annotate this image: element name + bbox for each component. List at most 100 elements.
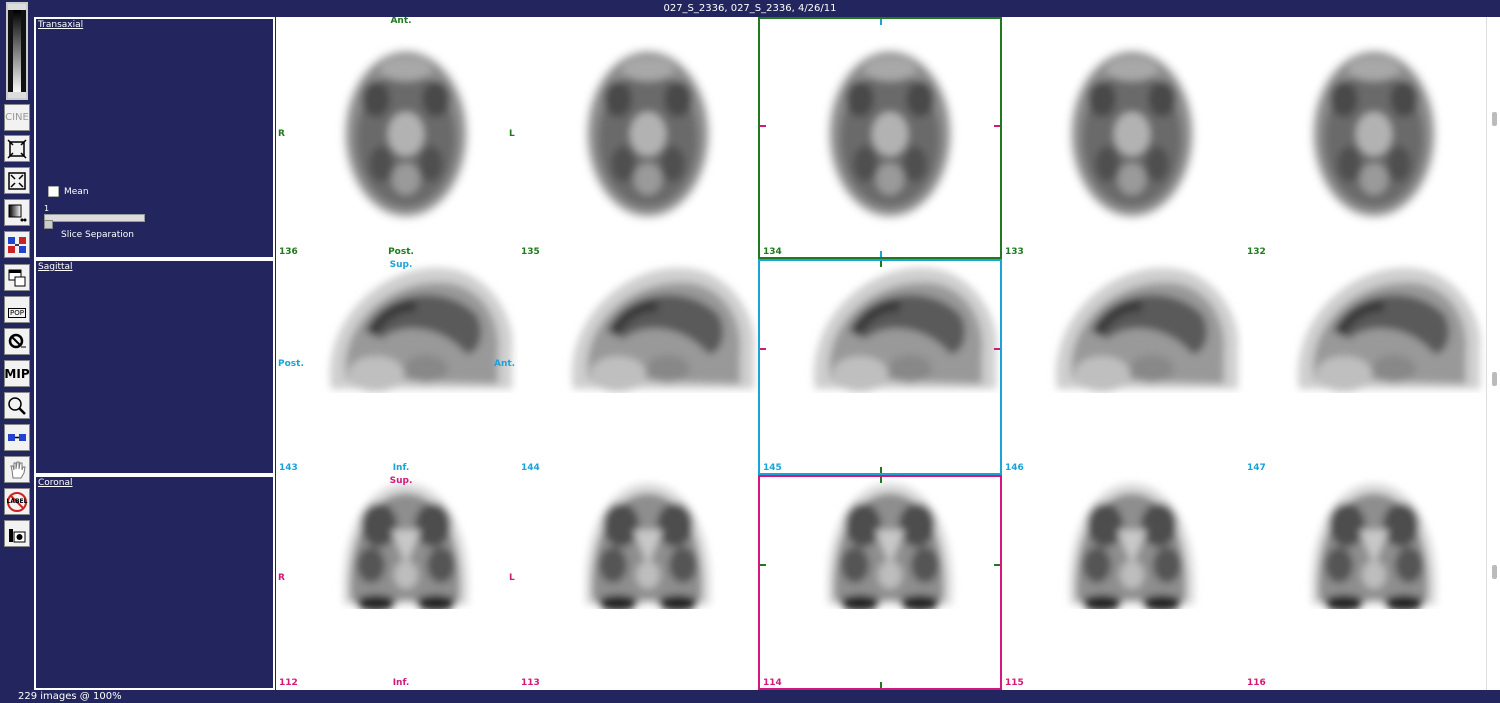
transaxial-brain-image xyxy=(342,48,470,220)
layout-button[interactable] xyxy=(4,264,30,291)
transaxial-slice-number: 133 xyxy=(1005,247,1024,257)
sagittal-slice-tile[interactable]: 144 xyxy=(518,259,760,475)
transaxial-crosshair-tick-left xyxy=(760,125,766,127)
sagittal-selection-box xyxy=(758,259,1002,475)
transaxial-slice-number: 135 xyxy=(521,247,540,257)
coronal-slice-number: 116 xyxy=(1247,678,1266,688)
transaxial-slice-number: 136 xyxy=(279,247,298,257)
transaxial-orientation-top: Ant. xyxy=(390,17,412,26)
window-level-button[interactable] xyxy=(4,199,30,226)
scroll-thumb-transaxial[interactable] xyxy=(1492,112,1497,126)
mean-option[interactable]: Mean xyxy=(48,186,89,197)
slider-top-handle[interactable] xyxy=(8,4,26,10)
zoom-fit-button[interactable] xyxy=(4,167,30,194)
coronal-orientation-bottom: Inf. xyxy=(392,678,410,688)
transaxial-slice-tile[interactable]: 133 xyxy=(1002,17,1244,259)
transaxial-brain-image xyxy=(1310,48,1438,220)
color-map-icon xyxy=(8,236,26,253)
transaxial-slice-tile[interactable]: 136 Ant. Post. R L xyxy=(276,17,518,259)
mip-button[interactable]: MIP xyxy=(4,360,30,387)
grayscale-bar xyxy=(13,10,21,94)
camera-icon xyxy=(9,528,26,542)
coronal-slice-number: 112 xyxy=(279,678,298,688)
label-tool-text: LABEL xyxy=(6,498,28,505)
slice-separation-value: 1 xyxy=(44,204,50,213)
transaxial-orientation-left: R xyxy=(278,129,285,139)
sagittal-slice-number: 143 xyxy=(279,463,298,473)
fit-window-button[interactable] xyxy=(4,135,30,162)
transaxial-selection-box xyxy=(758,17,1002,259)
sagittal-crosshair-tick-right xyxy=(994,348,1000,350)
label-toggle-button[interactable]: LABEL xyxy=(4,488,30,515)
sagittal-crosshair-tick-top xyxy=(880,261,882,267)
sagittal-slice-tile[interactable]: 143 Sup. Inf. Post. Ant. xyxy=(276,259,518,475)
coronal-slice-tile[interactable]: 115 xyxy=(1002,475,1244,690)
cine-button[interactable]: CINE xyxy=(4,104,30,131)
pop-button[interactable]: POP xyxy=(4,296,30,323)
coronal-crosshair-tick-right xyxy=(994,564,1000,566)
coronal-panel-title[interactable]: Coronal xyxy=(38,478,73,488)
window-title: 027_S_2336, 027_S_2336, 4/26/11 xyxy=(0,0,1500,17)
app-window: 027_S_2336, 027_S_2336, 4/26/11 CINE POP xyxy=(0,0,1500,703)
slice-separation-slider[interactable] xyxy=(44,214,145,222)
sagittal-brain-image xyxy=(1055,267,1239,392)
sagittal-panel-title[interactable]: Sagittal xyxy=(38,262,73,272)
roi-button[interactable] xyxy=(4,328,30,355)
grayscale-window-slider[interactable] xyxy=(6,2,28,100)
status-bar: 229 images @ 100% xyxy=(0,690,1500,703)
coronal-panel[interactable]: Coronal xyxy=(34,475,275,690)
mean-checkbox[interactable] xyxy=(48,186,59,197)
coronal-slice-tile[interactable]: 116 xyxy=(1244,475,1486,690)
pan-button[interactable] xyxy=(4,456,30,483)
scroll-thumb-coronal[interactable] xyxy=(1492,565,1497,579)
coronal-slice-tile[interactable]: 113 xyxy=(518,475,760,690)
color-map-button[interactable] xyxy=(4,231,30,258)
transaxial-panel-title[interactable]: Transaxial xyxy=(38,20,83,30)
fullscreen-icon xyxy=(8,171,26,190)
sagittal-slice-number: 147 xyxy=(1247,463,1266,473)
snapshot-button[interactable] xyxy=(4,520,30,547)
transaxial-brain-image xyxy=(584,48,712,220)
zoom-button[interactable] xyxy=(4,392,30,419)
transaxial-panel[interactable]: Transaxial Mean 1 Slice Separation xyxy=(34,17,275,259)
sagittal-orientation-top: Sup. xyxy=(389,260,413,270)
sagittal-panel[interactable]: Sagittal xyxy=(34,259,275,475)
coronal-brain-image xyxy=(1311,483,1437,609)
slice-separation-label: Slice Separation xyxy=(61,230,134,240)
mean-label: Mean xyxy=(64,186,89,197)
transaxial-crosshair-tick-bottom xyxy=(880,251,882,257)
vertical-scrollbar[interactable] xyxy=(1486,17,1500,690)
transaxial-slice-tile[interactable]: 132 xyxy=(1244,17,1486,259)
slice-separation-thumb[interactable] xyxy=(44,220,53,229)
magnifier-icon xyxy=(8,396,26,415)
sagittal-slice-tile[interactable]: 147 xyxy=(1244,259,1486,475)
sagittal-brain-image xyxy=(571,267,755,392)
sagittal-slice-number: 144 xyxy=(521,463,540,473)
sagittal-orientation-left: Post. xyxy=(278,359,304,369)
coronal-orientation-right: L xyxy=(509,573,515,583)
image-grid-viewer[interactable]: 136 Ant. Post. R L 135 134 133 132 143 Sup. Inf. Pos… xyxy=(276,17,1486,690)
sagittal-slice-tile[interactable]: 146 xyxy=(1002,259,1244,475)
slider-bottom-handle[interactable] xyxy=(8,92,26,98)
coronal-brain-image xyxy=(343,483,469,609)
sagittal-crosshair-tick-left xyxy=(760,348,766,350)
gradient-icon xyxy=(8,204,27,221)
transaxial-crosshair-tick-top xyxy=(880,19,882,25)
transaxial-slice-tile[interactable]: 135 xyxy=(518,17,760,259)
coronal-brain-image xyxy=(585,483,711,609)
coronal-crosshair-tick-top xyxy=(880,477,882,483)
fusion-button[interactable] xyxy=(4,424,30,451)
coronal-slice-number: 113 xyxy=(521,678,540,688)
sagittal-orientation-right: Ant. xyxy=(494,359,516,369)
coronal-slice-tile[interactable]: 112 Sup. Inf. R L xyxy=(276,475,518,690)
windows-icon xyxy=(8,269,26,286)
expand-icon xyxy=(7,138,27,159)
coronal-selection-box xyxy=(758,475,1002,690)
transaxial-crosshair-tick-right xyxy=(994,125,1000,127)
transaxial-orientation-right: L xyxy=(509,129,515,139)
coronal-brain-image xyxy=(1069,483,1195,609)
sagittal-brain-image xyxy=(1297,267,1481,392)
scroll-thumb-sagittal[interactable] xyxy=(1492,372,1497,386)
sagittal-slice-number: 146 xyxy=(1005,463,1024,473)
coronal-orientation-left: R xyxy=(278,573,285,583)
